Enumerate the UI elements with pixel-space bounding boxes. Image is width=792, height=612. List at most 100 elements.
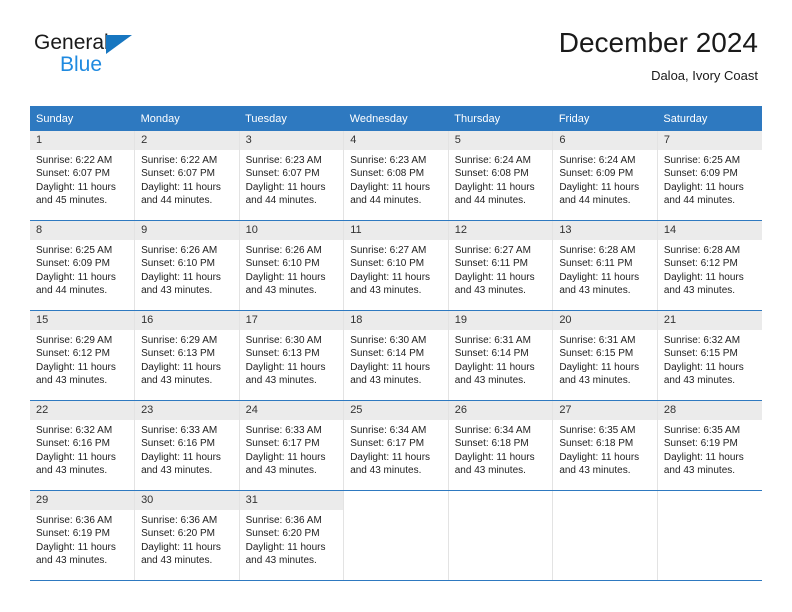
day-number: 30 xyxy=(135,491,239,510)
daylight-duration-line1: Daylight: 11 hours xyxy=(663,361,744,373)
calendar-day-cell[interactable]: 9 Sunrise: 6:26 AM Sunset: 6:10 PM Daylight… xyxy=(134,220,240,311)
daylight-duration-line1: Daylight: 11 hours xyxy=(663,271,744,283)
sunrise-time: Sunrise: 6:33 AM xyxy=(245,425,322,436)
calendar-day-cell[interactable]: 16 Sunrise: 6:29 AM Sunset: 6:13 PM Dayligh… xyxy=(134,310,240,401)
calendar-day-cell[interactable]: 21 Sunrise: 6:32 AM Sunset: 6:15 PM Dayligh… xyxy=(656,310,762,401)
weekday-header-saturday: Saturday xyxy=(657,106,762,131)
sunrise-time: Sunrise: 6:35 AM xyxy=(559,425,636,436)
day-number: 13 xyxy=(553,221,657,240)
sunrise-time: Sunrise: 6:32 AM xyxy=(36,425,113,436)
day-details: Sunrise: 6:26 AM Sunset: 6:10 PM Daylight:… xyxy=(240,240,344,298)
calendar-day-cell[interactable]: 10 Sunrise: 6:26 AM Sunset: 6:10 PM Dayligh… xyxy=(238,220,344,311)
daylight-duration-line2: and 43 minutes. xyxy=(141,375,213,387)
daylight-duration-line2: and 43 minutes. xyxy=(141,555,213,567)
calendar-day-cell[interactable]: 22 Sunrise: 6:32 AM Sunset: 6:16 PM Dayligh… xyxy=(30,400,135,491)
sunset-time: Sunset: 6:08 PM xyxy=(350,168,425,180)
sunset-time: Sunset: 6:11 PM xyxy=(559,258,633,270)
day-details: Sunrise: 6:28 AM Sunset: 6:11 PM Daylight:… xyxy=(553,240,657,298)
day-details: Sunrise: 6:27 AM Sunset: 6:11 PM Daylight:… xyxy=(449,240,553,298)
calendar-day-cell[interactable]: 14 Sunrise: 6:28 AM Sunset: 6:12 PM Dayligh… xyxy=(656,220,762,311)
sunset-time: Sunset: 6:07 PM xyxy=(141,168,215,180)
day-number: 19 xyxy=(448,311,553,330)
day-details: Sunrise: 6:35 AM Sunset: 6:18 PM Daylight:… xyxy=(553,420,657,478)
day-number: 1 xyxy=(30,131,135,150)
day-details: Sunrise: 6:34 AM Sunset: 6:17 PM Daylight:… xyxy=(344,420,448,478)
sunrise-time: Sunrise: 6:36 AM xyxy=(36,515,113,526)
calendar-day-cell[interactable]: 20 Sunrise: 6:31 AM Sunset: 6:15 PM Dayligh… xyxy=(552,310,658,401)
daylight-duration-line1: Daylight: 11 hours xyxy=(350,271,431,283)
day-number: 24 xyxy=(239,401,344,420)
day-details: Sunrise: 6:27 AM Sunset: 6:10 PM Daylight:… xyxy=(344,240,448,298)
calendar-day-cell[interactable]: 29 Sunrise: 6:36 AM Sunset: 6:19 PM Dayligh… xyxy=(30,490,135,581)
calendar-day-cell[interactable]: 18 Sunrise: 6:30 AM Sunset: 6:14 PM Dayligh… xyxy=(343,310,449,401)
sunset-time: Sunset: 6:16 PM xyxy=(141,438,215,450)
daylight-duration-line2: and 43 minutes. xyxy=(663,375,736,387)
sunset-time: Sunset: 6:13 PM xyxy=(245,348,320,360)
calendar-day-cell[interactable]: 12 Sunrise: 6:27 AM Sunset: 6:11 PM Dayligh… xyxy=(447,220,553,311)
title-block: December 2024 Daloa, Ivory Coast xyxy=(559,26,758,86)
day-details: Sunrise: 6:25 AM Sunset: 6:09 PM Daylight:… xyxy=(30,240,134,298)
calendar-day-cell[interactable]: 1 Sunrise: 6:22 AM Sunset: 6:07 PM Daylight… xyxy=(30,131,135,221)
sunset-time: Sunset: 6:13 PM xyxy=(141,348,215,360)
calendar-day-cell[interactable]: 7 Sunrise: 6:25 AM Sunset: 6:09 PM Daylight… xyxy=(656,131,762,221)
daylight-duration-line1: Daylight: 11 hours xyxy=(350,361,431,373)
calendar-table: Sunday Monday Tuesday Wednesday Thursday… xyxy=(30,106,762,581)
calendar-body: 1 Sunrise: 6:22 AM Sunset: 6:07 PM Daylight… xyxy=(30,131,762,581)
daylight-duration-line2: and 44 minutes. xyxy=(36,285,108,297)
sunset-time: Sunset: 6:10 PM xyxy=(350,258,425,270)
sunset-time: Sunset: 6:09 PM xyxy=(663,168,738,180)
sunrise-time: Sunrise: 6:32 AM xyxy=(663,335,741,346)
daylight-duration-line1: Daylight: 11 hours xyxy=(36,361,116,373)
sunrise-time: Sunrise: 6:30 AM xyxy=(245,335,322,346)
calendar-day-cell[interactable]: 2 Sunrise: 6:22 AM Sunset: 6:07 PM Daylight… xyxy=(134,131,240,221)
brand-name-top: General xyxy=(34,31,109,54)
calendar-day-cell[interactable]: 23 Sunrise: 6:33 AM Sunset: 6:16 PM Dayligh… xyxy=(134,400,240,491)
calendar-day-cell[interactable]: 27 Sunrise: 6:35 AM Sunset: 6:18 PM Dayligh… xyxy=(552,400,658,491)
calendar-day-cell[interactable]: 26 Sunrise: 6:34 AM Sunset: 6:18 PM Dayligh… xyxy=(447,400,553,491)
sunrise-time: Sunrise: 6:22 AM xyxy=(36,155,113,166)
daylight-duration-line2: and 43 minutes. xyxy=(559,465,631,477)
daylight-duration-line1: Daylight: 11 hours xyxy=(141,541,221,553)
day-details: Sunrise: 6:36 AM Sunset: 6:19 PM Daylight:… xyxy=(30,510,134,568)
calendar-day-cell[interactable]: 5 Sunrise: 6:24 AM Sunset: 6:08 PM Daylight… xyxy=(447,131,553,221)
calendar-day-cell[interactable]: 28 Sunrise: 6:35 AM Sunset: 6:19 PM Dayligh… xyxy=(656,400,762,491)
sunset-time: Sunset: 6:16 PM xyxy=(36,438,110,450)
calendar-day-cell[interactable]: 25 Sunrise: 6:34 AM Sunset: 6:17 PM Dayligh… xyxy=(343,400,449,491)
calendar-week-row: 29 Sunrise: 6:36 AM Sunset: 6:19 PM Dayligh… xyxy=(30,490,762,581)
calendar-day-cell[interactable]: 4 Sunrise: 6:23 AM Sunset: 6:08 PM Daylight… xyxy=(343,131,449,221)
daylight-duration-line1: Daylight: 11 hours xyxy=(663,181,744,193)
daylight-duration-line1: Daylight: 11 hours xyxy=(559,361,640,373)
day-details: Sunrise: 6:26 AM Sunset: 6:10 PM Daylight:… xyxy=(135,240,239,298)
daylight-duration-line1: Daylight: 11 hours xyxy=(350,181,431,193)
calendar-day-cell[interactable]: 19 Sunrise: 6:31 AM Sunset: 6:14 PM Dayligh… xyxy=(447,310,553,401)
sunrise-time: Sunrise: 6:33 AM xyxy=(141,425,218,436)
calendar-day-cell[interactable]: 8 Sunrise: 6:25 AM Sunset: 6:09 PM Daylight… xyxy=(30,220,135,311)
calendar-day-cell[interactable]: 30 Sunrise: 6:36 AM Sunset: 6:20 PM Dayligh… xyxy=(134,490,240,581)
calendar-day-cell[interactable]: 11 Sunrise: 6:27 AM Sunset: 6:10 PM Dayligh… xyxy=(343,220,449,311)
sunrise-time: Sunrise: 6:27 AM xyxy=(454,245,531,256)
calendar-cell-empty xyxy=(552,490,658,581)
daylight-duration-line2: and 43 minutes. xyxy=(350,465,422,477)
calendar-day-cell[interactable]: 15 Sunrise: 6:29 AM Sunset: 6:12 PM Dayligh… xyxy=(30,310,135,401)
daylight-duration-line2: and 43 minutes. xyxy=(454,465,526,477)
sunrise-time: Sunrise: 6:26 AM xyxy=(141,245,218,256)
sunrise-time: Sunrise: 6:34 AM xyxy=(454,425,531,436)
sunset-time: Sunset: 6:11 PM xyxy=(454,258,528,270)
day-number xyxy=(344,491,448,510)
calendar-day-cell[interactable]: 6 Sunrise: 6:24 AM Sunset: 6:09 PM Daylight… xyxy=(552,131,658,221)
daylight-duration-line2: and 43 minutes. xyxy=(36,555,108,567)
calendar-day-cell[interactable]: 13 Sunrise: 6:28 AM Sunset: 6:11 PM Dayligh… xyxy=(552,220,658,311)
sunrise-time: Sunrise: 6:28 AM xyxy=(663,245,741,256)
daylight-duration-line2: and 43 minutes. xyxy=(350,285,422,297)
day-details: Sunrise: 6:23 AM Sunset: 6:08 PM Daylight:… xyxy=(344,150,448,208)
daylight-duration-line1: Daylight: 11 hours xyxy=(454,361,535,373)
day-number: 6 xyxy=(553,131,657,150)
calendar-day-cell[interactable]: 31 Sunrise: 6:36 AM Sunset: 6:20 PM Dayligh… xyxy=(238,490,344,581)
daylight-duration-line1: Daylight: 11 hours xyxy=(36,541,116,553)
sunset-time: Sunset: 6:20 PM xyxy=(141,528,215,540)
calendar-day-cell[interactable]: 17 Sunrise: 6:30 AM Sunset: 6:13 PM Dayligh… xyxy=(238,310,344,401)
calendar-day-cell[interactable]: 3 Sunrise: 6:23 AM Sunset: 6:07 PM Daylight… xyxy=(238,131,344,221)
calendar-day-cell[interactable]: 24 Sunrise: 6:33 AM Sunset: 6:17 PM Dayligh… xyxy=(238,400,344,491)
day-details: Sunrise: 6:24 AM Sunset: 6:09 PM Daylight:… xyxy=(553,150,657,208)
day-number: 17 xyxy=(239,311,344,330)
